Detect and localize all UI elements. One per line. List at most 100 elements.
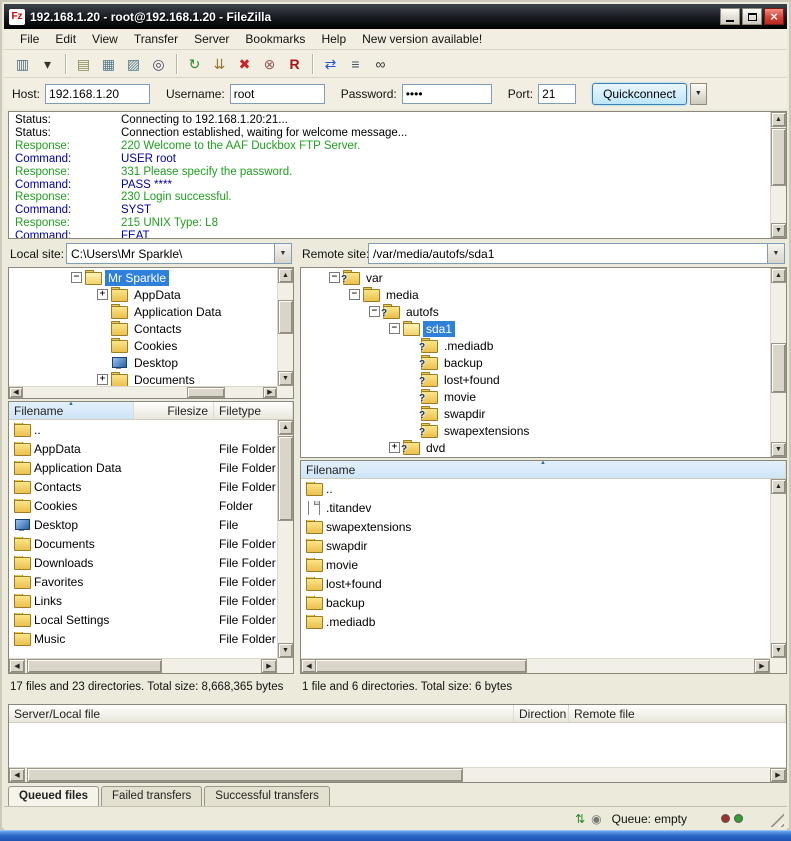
remote-tree-item-backup[interactable]: ?backup [301,354,770,371]
remote-tree-item-lost-found[interactable]: ?lost+found [301,371,770,388]
remote-file-row-movie[interactable]: movie [301,555,770,574]
site-manager-dropdown-button[interactable]: ▾ [36,53,59,75]
local-tree-item-documents[interactable]: +Documents [9,371,277,386]
toggle-local-tree-button[interactable]: ▦ [97,53,120,75]
scroll-right-button[interactable]: ▶ [263,387,277,398]
local-tree-item-mr-sparkle[interactable]: −Mr Sparkle [9,269,277,286]
remote-file-row-titandev[interactable]: .titandev [301,498,770,517]
maximize-button[interactable] [742,8,762,25]
toggle-log-button[interactable]: ▤ [72,53,95,75]
tree-expander-icon[interactable]: + [97,374,108,385]
scroll-down-button[interactable]: ▼ [771,643,786,658]
close-button[interactable]: × [764,8,784,25]
local-tree-item-cookies[interactable]: Cookies [9,337,277,354]
remote-file-row-[interactable]: .. [301,479,770,498]
tree-expander-icon[interactable]: − [71,272,82,283]
remote-tree-item-autofs[interactable]: −?autofs [301,303,770,320]
remote-list-horizontal-scrollbar[interactable]: ◀ ▶ [301,658,770,673]
column-header-filesize[interactable]: Filesize [134,402,214,419]
remote-site-combo[interactable]: /var/media/autofs/sda1 ▼ [368,243,785,264]
reconnect-button[interactable]: R [283,53,306,75]
site-manager-button[interactable]: ▥ [11,53,34,75]
cancel-button[interactable]: ✖ [233,53,256,75]
password-input[interactable] [402,84,492,104]
chevron-down-icon[interactable]: ▼ [274,244,291,263]
menu-item-bookmarks[interactable]: Bookmarks [237,30,313,48]
remote-list-vertical-scrollbar[interactable]: ▲ ▼ [770,479,786,658]
local-file-row-links[interactable]: LinksFile Folder [9,591,277,610]
remote-site-path[interactable]: /var/media/autofs/sda1 [369,247,767,261]
find-files-button[interactable]: ∞ [369,53,392,75]
remote-tree-item-swapdir[interactable]: ?swapdir [301,405,770,422]
menu-item-help[interactable]: Help [313,30,354,48]
refresh-button[interactable]: ↻ [183,53,206,75]
username-input[interactable] [230,84,325,104]
remote-file-row-lost-found[interactable]: lost+found [301,574,770,593]
column-header-direction[interactable]: Direction [514,705,569,722]
local-file-row-documents[interactable]: DocumentsFile Folder [9,534,277,553]
local-tree-horizontal-scrollbar[interactable]: ◀ ▶ [9,386,277,398]
scroll-down-button[interactable]: ▼ [278,643,293,658]
local-site-path[interactable]: C:\Users\Mr Sparkle\ [67,247,274,261]
local-file-row-contacts[interactable]: ContactsFile Folder [9,477,277,496]
scroll-left-button[interactable]: ◀ [9,768,25,782]
local-list-vertical-scrollbar[interactable]: ▲ ▼ [277,420,293,658]
local-file-row-application-data[interactable]: Application DataFile Folder [9,458,277,477]
column-header-remote-file[interactable]: Remote file [569,705,786,722]
scroll-thumb[interactable] [27,659,162,673]
scroll-thumb[interactable] [771,128,786,186]
scroll-thumb[interactable] [771,343,786,393]
menu-item-transfer[interactable]: Transfer [126,30,186,48]
remote-tree-item-sda1[interactable]: −sda1 [301,320,770,337]
tree-expander-icon[interactable]: − [349,289,360,300]
toggle-remote-tree-button[interactable]: ▨ [122,53,145,75]
local-list-horizontal-scrollbar[interactable]: ◀ ▶ [9,658,277,673]
scroll-thumb[interactable] [278,436,293,521]
tab-queued-files[interactable]: Queued files [8,786,99,806]
local-file-row-local-settings[interactable]: Local SettingsFile Folder [9,610,277,629]
scroll-left-button[interactable]: ◀ [9,387,23,398]
menu-item-file[interactable]: File [12,30,47,48]
column-header-filetype[interactable]: Filetype [214,402,293,419]
remote-file-row-backup[interactable]: backup [301,593,770,612]
local-file-row-favorites[interactable]: FavoritesFile Folder [9,572,277,591]
remote-tree-item-swapextensions[interactable]: ?swapextensions [301,422,770,439]
scroll-up-button[interactable]: ▲ [278,268,293,283]
tree-expander-icon[interactable]: + [97,289,108,300]
remote-tree-item-movie[interactable]: ?movie [301,388,770,405]
scroll-up-button[interactable]: ▲ [771,268,786,283]
queue-horizontal-scrollbar[interactable]: ◀ ▶ [9,767,786,782]
local-file-row-music[interactable]: MusicFile Folder [9,629,277,648]
scroll-right-button[interactable]: ▶ [770,768,786,782]
menu-item-view[interactable]: View [84,30,126,48]
scroll-down-button[interactable]: ▼ [771,223,786,238]
scroll-thumb[interactable] [315,659,527,673]
quickconnect-button[interactable]: Quickconnect [592,83,687,105]
message-log-vertical-scrollbar[interactable]: ▲ ▼ [770,112,786,238]
local-file-row-downloads[interactable]: DownloadsFile Folder [9,553,277,572]
remote-file-row-swapdir[interactable]: swapdir [301,536,770,555]
column-header-filename[interactable]: Filename▲ [301,461,786,478]
menu-item-new-version-available[interactable]: New version available! [354,30,490,48]
tree-expander-icon[interactable]: + [389,442,400,453]
tree-expander-icon[interactable]: − [329,272,340,283]
column-header-server-local-file[interactable]: Server/Local file [9,705,514,722]
scroll-up-button[interactable]: ▲ [771,112,786,127]
local-tree-item-contacts[interactable]: Contacts [9,320,277,337]
scroll-up-button[interactable]: ▲ [278,420,293,435]
menu-item-server[interactable]: Server [186,30,237,48]
scroll-down-button[interactable]: ▼ [278,371,293,386]
host-input[interactable] [45,84,150,104]
local-tree-item-application-data[interactable]: Application Data [9,303,277,320]
local-file-row-[interactable]: .. [9,420,277,439]
toggle-queue-button[interactable]: ◎ [147,53,170,75]
local-site-combo[interactable]: C:\Users\Mr Sparkle\ ▼ [66,243,292,264]
tab-failed-transfers[interactable]: Failed transfers [101,786,202,806]
remote-tree-vertical-scrollbar[interactable]: ▲ ▼ [770,268,786,457]
titlebar[interactable]: Fz 192.168.1.20 - root@192.168.1.20 - Fi… [4,4,787,29]
remote-tree-item-dvd[interactable]: +?dvd [301,439,770,456]
local-tree-item-desktop[interactable]: Desktop [9,354,277,371]
scroll-down-button[interactable]: ▼ [771,442,786,457]
port-input[interactable] [538,84,576,104]
remote-file-row-mediadb[interactable]: .mediadb [301,612,770,631]
